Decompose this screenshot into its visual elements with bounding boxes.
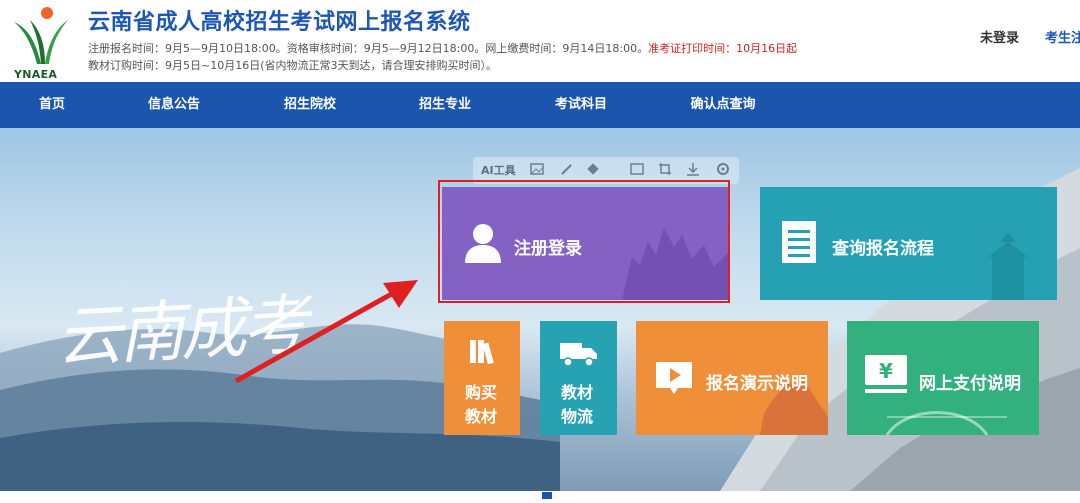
carousel-indicators [524, 484, 578, 503]
carousel-dot[interactable] [560, 492, 570, 499]
red-arrow-icon [234, 280, 418, 384]
carousel-dot-active[interactable] [542, 492, 552, 499]
carousel-dot[interactable] [524, 492, 534, 499]
